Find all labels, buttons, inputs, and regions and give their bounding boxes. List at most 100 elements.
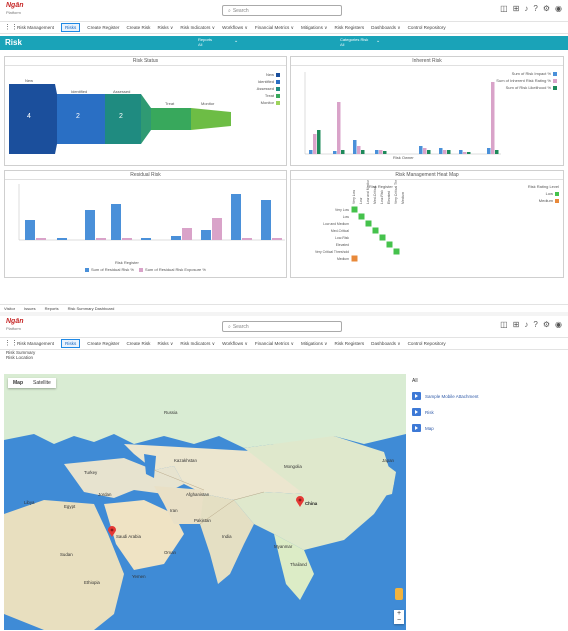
inherent-risk-bar[interactable] — [353, 140, 357, 154]
residual-risk-bar[interactable] — [85, 210, 95, 240]
inherent-risk-bar[interactable] — [337, 102, 341, 154]
nav-item-workflows[interactable]: Workflows ∨ — [222, 25, 248, 31]
inherent-risk-bar[interactable] — [463, 152, 467, 154]
nav-item-dashboards[interactable]: Dashboards ∨ — [371, 25, 400, 31]
inherent-risk-bar[interactable] — [375, 150, 379, 154]
inherent-risk-bar[interactable] — [383, 151, 387, 154]
nav-item-dashboards[interactable]: Dashboards ∨ — [371, 341, 400, 347]
inherent-risk-bar[interactable] — [423, 148, 427, 154]
nav-item-risk-indicators[interactable]: Risk Indicators ∨ — [180, 341, 215, 347]
nav-item-risks-menu[interactable]: Risks ∨ — [157, 25, 173, 31]
inherent-risk-bar[interactable] — [419, 146, 423, 154]
app-logo[interactable]: Ngān Platform — [6, 2, 24, 16]
residual-risk-bar[interactable] — [231, 194, 241, 240]
status-item[interactable]: Reports — [45, 306, 59, 311]
status-item[interactable]: Visitor — [4, 306, 15, 311]
residual-risk-bar[interactable] — [212, 218, 222, 240]
risk-location-map[interactable]: Map Satellite Russia Kazakhstan Mongolia… — [4, 374, 406, 630]
nav-item-create-register[interactable]: Create Register — [87, 341, 119, 346]
residual-risk-bar[interactable] — [36, 238, 46, 240]
inherent-risk-bar[interactable] — [361, 150, 365, 154]
funnel-stage-treat[interactable] — [151, 108, 191, 130]
residual-risk-bar[interactable] — [272, 238, 282, 240]
help-icon[interactable]: ? — [533, 320, 537, 329]
residual-risk-bar[interactable] — [141, 238, 151, 240]
funnel-stage-assessed[interactable] — [105, 94, 141, 144]
funnel-stage-monitor[interactable] — [191, 108, 231, 130]
street-view-icon[interactable] — [395, 588, 403, 600]
nav-item-mitigations[interactable]: Mitigations ∨ — [301, 25, 328, 31]
panel-icon[interactable]: ◫ — [500, 4, 508, 13]
nav-item-workflows[interactable]: Workflows ∨ — [222, 341, 248, 347]
residual-risk-bar[interactable] — [201, 230, 211, 240]
inherent-risk-bar[interactable] — [317, 130, 321, 154]
search-input[interactable]: ⌕ Search — [222, 5, 342, 16]
residual-risk-bar[interactable] — [57, 238, 67, 240]
reports-filter[interactable]: Reports All ⌄ — [198, 37, 238, 47]
app-logo[interactable]: Ngān Platform — [6, 318, 24, 332]
residual-risk-bar[interactable] — [122, 238, 132, 240]
inherent-risk-bar[interactable] — [487, 148, 491, 154]
bell-icon[interactable]: ♪ — [524, 4, 528, 13]
bell-icon[interactable]: ♪ — [524, 320, 528, 329]
nav-item-control-repository[interactable]: Control Repository — [408, 25, 446, 30]
grid-icon[interactable]: ⊞ — [513, 4, 520, 13]
app-launcher-icon[interactable]: ⋮⋮ — [4, 340, 18, 348]
map-type-satellite[interactable]: Satellite — [28, 378, 56, 388]
nav-item-risk-registers[interactable]: Risk Registers — [335, 341, 365, 346]
heatmap-cell[interactable] — [379, 234, 386, 241]
inherent-risk-bar[interactable] — [491, 82, 495, 154]
settings-icon[interactable]: ⚙ — [543, 320, 550, 329]
nav-item-risk-registers[interactable]: Risk Registers — [335, 25, 365, 30]
inherent-risk-bar[interactable] — [333, 151, 337, 154]
residual-risk-bar[interactable] — [261, 200, 271, 240]
nav-item-create-risk[interactable]: Create Risk — [126, 25, 150, 30]
inherent-risk-bar[interactable] — [313, 134, 317, 154]
map-marker-icon[interactable] — [108, 526, 116, 537]
heatmap-cell[interactable] — [393, 248, 400, 255]
nav-item-financial-metrics[interactable]: Financial Metrics ∨ — [255, 341, 294, 347]
map-type-map[interactable]: Map — [8, 378, 28, 388]
residual-risk-bar[interactable] — [171, 236, 181, 240]
nav-item-mitigations[interactable]: Mitigations ∨ — [301, 341, 328, 347]
user-icon[interactable]: ◉ — [555, 4, 562, 13]
map-marker-icon[interactable] — [296, 496, 304, 507]
heatmap-cell[interactable] — [351, 255, 358, 262]
attachment-item[interactable]: Map — [412, 424, 562, 432]
inherent-risk-bar[interactable] — [341, 150, 345, 154]
panel-icon[interactable]: ◫ — [500, 320, 508, 329]
inherent-risk-bar[interactable] — [357, 146, 361, 154]
nav-item-control-repository[interactable]: Control Repository — [408, 341, 446, 346]
inherent-risk-bar[interactable] — [443, 150, 447, 154]
inherent-risk-bar[interactable] — [439, 148, 443, 154]
inherent-risk-bar[interactable] — [495, 150, 499, 154]
inherent-risk-bar[interactable] — [309, 150, 313, 154]
nav-item-risk-indicators[interactable]: Risk Indicators ∨ — [180, 25, 215, 31]
heatmap-cell[interactable] — [351, 206, 358, 213]
residual-risk-bar[interactable] — [111, 204, 121, 240]
attachment-item[interactable]: Sample Mobile Attachment — [412, 392, 562, 400]
inherent-risk-bar[interactable] — [467, 152, 471, 154]
heatmap-cell[interactable] — [358, 213, 365, 220]
nav-item-financial-metrics[interactable]: Financial Metrics ∨ — [255, 25, 294, 31]
inherent-risk-bar[interactable] — [427, 150, 431, 154]
search-input[interactable]: ⌕ Search — [222, 321, 342, 332]
attachment-item[interactable]: Risk — [412, 408, 562, 416]
status-item[interactable]: Risk Summary Dashboard — [68, 306, 115, 311]
user-icon[interactable]: ◉ — [555, 320, 562, 329]
zoom-in-icon[interactable]: + — [394, 610, 404, 617]
grid-icon[interactable]: ⊞ — [513, 320, 520, 329]
categories-filter[interactable]: Categories Risk All ⌄ — [340, 37, 380, 47]
nav-item-risks[interactable]: Risks — [61, 339, 81, 348]
settings-icon[interactable]: ⚙ — [543, 4, 550, 13]
funnel-stage-new[interactable] — [9, 84, 55, 154]
nav-item-create-risk[interactable]: Create Risk — [126, 341, 150, 346]
app-launcher-icon[interactable]: ⋮⋮ — [4, 24, 18, 32]
residual-risk-bar[interactable] — [25, 220, 35, 240]
residual-risk-bar[interactable] — [182, 228, 192, 240]
inherent-risk-bar[interactable] — [459, 150, 463, 154]
status-item[interactable]: Issues — [24, 306, 36, 311]
residual-risk-bar[interactable] — [242, 238, 252, 240]
nav-item-risk-management[interactable]: Risk Management — [17, 25, 54, 30]
inherent-risk-bar[interactable] — [447, 150, 451, 154]
